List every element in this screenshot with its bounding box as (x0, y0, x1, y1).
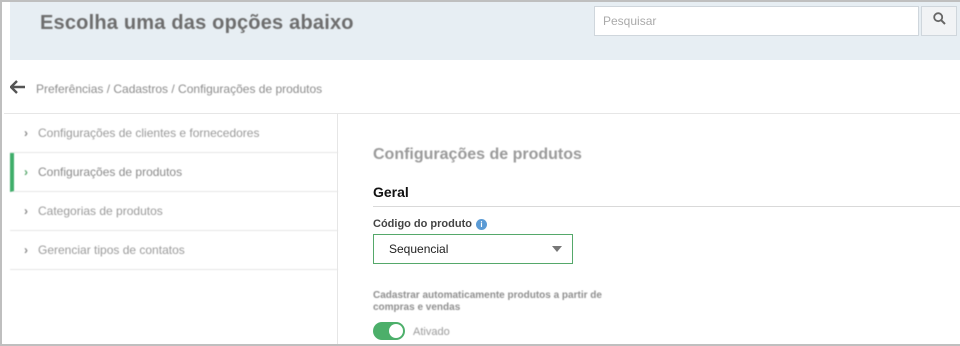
breadcrumb: Preferências / Cadastros / Configurações… (36, 82, 323, 96)
sidebar-item-produtos[interactable]: › Configurações de produtos (10, 153, 338, 192)
section-title: Geral (373, 184, 409, 200)
sidebar-item-label: Gerenciar tipos de contatos (38, 243, 185, 257)
product-code-label: Código do produto i (373, 218, 487, 230)
chevron-right-icon: › (24, 165, 28, 179)
toggle-state-label: Ativado (413, 326, 450, 338)
chevron-right-icon: › (24, 204, 28, 218)
sidebar-item-clientes-fornecedores[interactable]: › Configurações de clientes e fornecedor… (10, 114, 338, 153)
sidebar-item-label: Configurações de clientes e fornecedores (38, 126, 260, 140)
sidebar-item-tipos-contatos[interactable]: › Gerenciar tipos de contatos (10, 231, 338, 270)
section-divider (373, 206, 960, 207)
product-code-select[interactable]: Sequencial (373, 234, 573, 264)
sidebar-item-label: Configurações de produtos (38, 165, 183, 179)
page-title: Configurações de produtos (373, 146, 582, 163)
search-button[interactable] (921, 6, 957, 36)
sidebar-item-categorias[interactable]: › Categorias de produtos (10, 192, 338, 231)
app-window: Escolha uma das opções abaixo Preferênci… (0, 0, 960, 346)
chevron-right-icon: › (24, 126, 28, 140)
breadcrumb-bar: Preferências / Cadastros / Configurações… (4, 62, 960, 114)
main-content: Configurações de produtos Geral Código d… (339, 114, 960, 344)
header-bar: Escolha uma das opções abaixo (10, 2, 960, 60)
auto-register-toggle[interactable] (373, 322, 405, 340)
sidebar: › Configurações de clientes e fornecedor… (4, 114, 338, 344)
chevron-down-icon (552, 246, 562, 252)
auto-register-label: Cadastrar automaticamente produtos a par… (373, 290, 602, 313)
product-code-value: Sequencial (389, 242, 449, 256)
search-icon (932, 12, 946, 30)
sidebar-item-label: Categorias de produtos (38, 204, 163, 218)
chevron-right-icon: › (24, 243, 28, 257)
search-input[interactable] (594, 6, 919, 36)
page-heading: Escolha uma das opções abaixo (40, 12, 354, 34)
product-code-label-text: Código do produto (373, 218, 472, 230)
back-arrow-icon[interactable] (9, 80, 28, 94)
toggle-knob (389, 324, 403, 338)
info-icon[interactable]: i (475, 218, 487, 230)
